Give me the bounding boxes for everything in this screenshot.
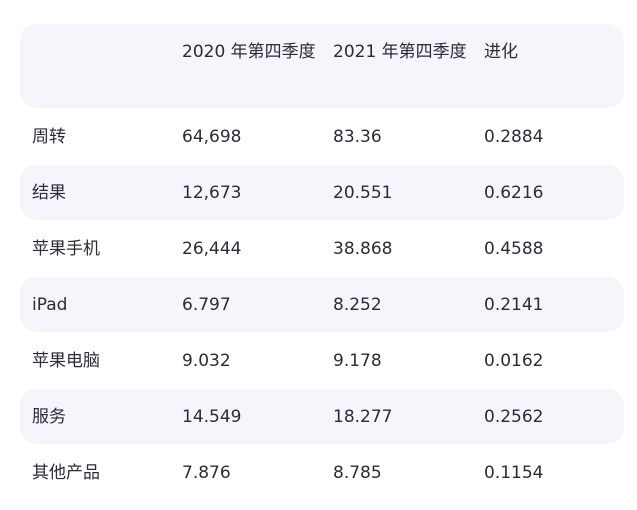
table-header-row: 2020 年第四季度 2021 年第四季度 进化 bbox=[20, 24, 624, 108]
cell-q4-2020: 12,673 bbox=[182, 183, 242, 203]
table-row: 苹果电脑 9.032 9.178 0.0162 bbox=[20, 333, 624, 387]
cell-q4-2020: 9.032 bbox=[182, 351, 231, 371]
row-label: 其他产品 bbox=[32, 463, 100, 483]
cell-change: 0.6216 bbox=[484, 183, 544, 203]
table-row: iPad 6.797 8.252 0.2141 bbox=[20, 277, 624, 332]
cell-q4-2020: 14.549 bbox=[182, 407, 242, 427]
cell-q4-2020: 7.876 bbox=[182, 463, 231, 483]
table-row: 结果 12,673 20.551 0.6216 bbox=[20, 165, 624, 220]
cell-change: 0.0162 bbox=[484, 351, 544, 371]
cell-q4-2020: 64,698 bbox=[182, 127, 242, 147]
cell-change: 0.2562 bbox=[484, 407, 544, 427]
cell-q4-2021: 83.36 bbox=[333, 127, 382, 147]
row-label: 服务 bbox=[32, 407, 66, 427]
cell-change: 0.2884 bbox=[484, 127, 544, 147]
cell-q4-2021: 8.252 bbox=[333, 295, 382, 315]
row-label: 结果 bbox=[32, 183, 66, 203]
header-change: 进化 bbox=[484, 42, 518, 62]
cell-q4-2020: 6.797 bbox=[182, 295, 231, 315]
cell-q4-2021: 8.785 bbox=[333, 463, 382, 483]
row-label: 周转 bbox=[32, 127, 66, 147]
table-row: 其他产品 7.876 8.785 0.1154 bbox=[20, 445, 624, 499]
row-label: 苹果手机 bbox=[32, 239, 100, 259]
cell-q4-2020: 26,444 bbox=[182, 239, 242, 259]
row-label: iPad bbox=[32, 295, 68, 315]
table-row: 服务 14.549 18.277 0.2562 bbox=[20, 389, 624, 444]
table-row: 周转 64,698 83.36 0.2884 bbox=[20, 110, 624, 164]
cell-change: 0.4588 bbox=[484, 239, 544, 259]
cell-q4-2021: 38.868 bbox=[333, 239, 393, 259]
cell-q4-2021: 9.178 bbox=[333, 351, 382, 371]
row-label: 苹果电脑 bbox=[32, 351, 100, 371]
data-table: 2020 年第四季度 2021 年第四季度 进化 周转 64,698 83.36… bbox=[0, 0, 637, 510]
cell-q4-2021: 18.277 bbox=[333, 407, 393, 427]
cell-change: 0.1154 bbox=[484, 463, 544, 483]
table-row: 苹果手机 26,444 38.868 0.4588 bbox=[20, 221, 624, 275]
cell-q4-2021: 20.551 bbox=[333, 183, 393, 203]
header-q4-2020: 2020 年第四季度 bbox=[182, 42, 316, 62]
header-q4-2021: 2021 年第四季度 bbox=[333, 42, 467, 62]
cell-change: 0.2141 bbox=[484, 295, 544, 315]
